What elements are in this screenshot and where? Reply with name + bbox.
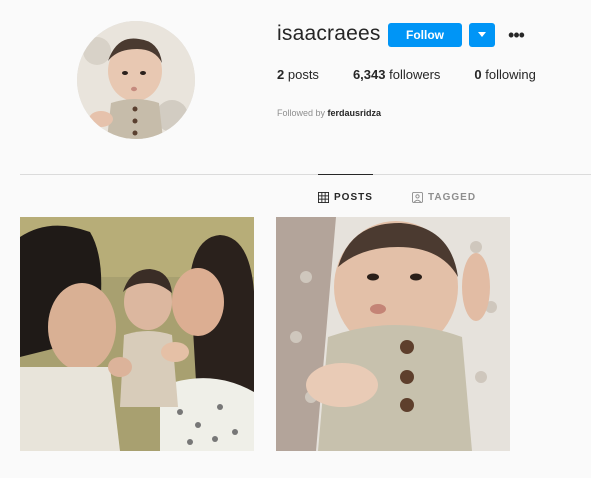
profile-username: isaacraees xyxy=(277,22,381,45)
post-image xyxy=(20,217,254,451)
profile-stats: 2 posts 6,343 followers 0 following xyxy=(277,67,570,82)
grid-icon xyxy=(318,191,329,203)
tab-tagged[interactable]: TAGGED xyxy=(412,175,476,219)
follow-button[interactable]: Follow xyxy=(388,23,462,47)
tab-posts-label: POSTS xyxy=(334,191,373,203)
following-label: following xyxy=(485,67,536,82)
more-options-button[interactable]: ••• xyxy=(505,25,527,45)
posts-label: posts xyxy=(287,67,319,82)
followed-by-user-link[interactable]: ferdausridza xyxy=(328,108,382,118)
suggested-dropdown-button[interactable] xyxy=(469,23,495,47)
tagged-icon xyxy=(412,191,423,203)
followers-stat[interactable]: 6,343 followers xyxy=(353,67,440,82)
caret-down-icon xyxy=(478,32,486,37)
following-count: 0 xyxy=(474,67,482,82)
tab-tagged-label: TAGGED xyxy=(428,191,477,203)
followed-by-text: Followed by ferdausridza xyxy=(277,108,381,118)
followers-count: 6,343 xyxy=(352,67,386,82)
post-thumbnail[interactable] xyxy=(20,217,254,451)
post-thumbnail[interactable] xyxy=(276,217,510,451)
followed-by-prefix: Followed by xyxy=(277,108,326,118)
tab-posts[interactable]: POSTS xyxy=(318,174,373,219)
profile-avatar[interactable] xyxy=(77,21,195,139)
followers-label: followers xyxy=(389,67,441,82)
posts-stat: 2 posts xyxy=(277,67,319,82)
tabs-divider xyxy=(20,174,591,175)
following-stat[interactable]: 0 following xyxy=(474,67,535,82)
posts-count: 2 xyxy=(277,67,285,82)
avatar-image xyxy=(77,21,195,139)
post-image xyxy=(276,217,510,451)
